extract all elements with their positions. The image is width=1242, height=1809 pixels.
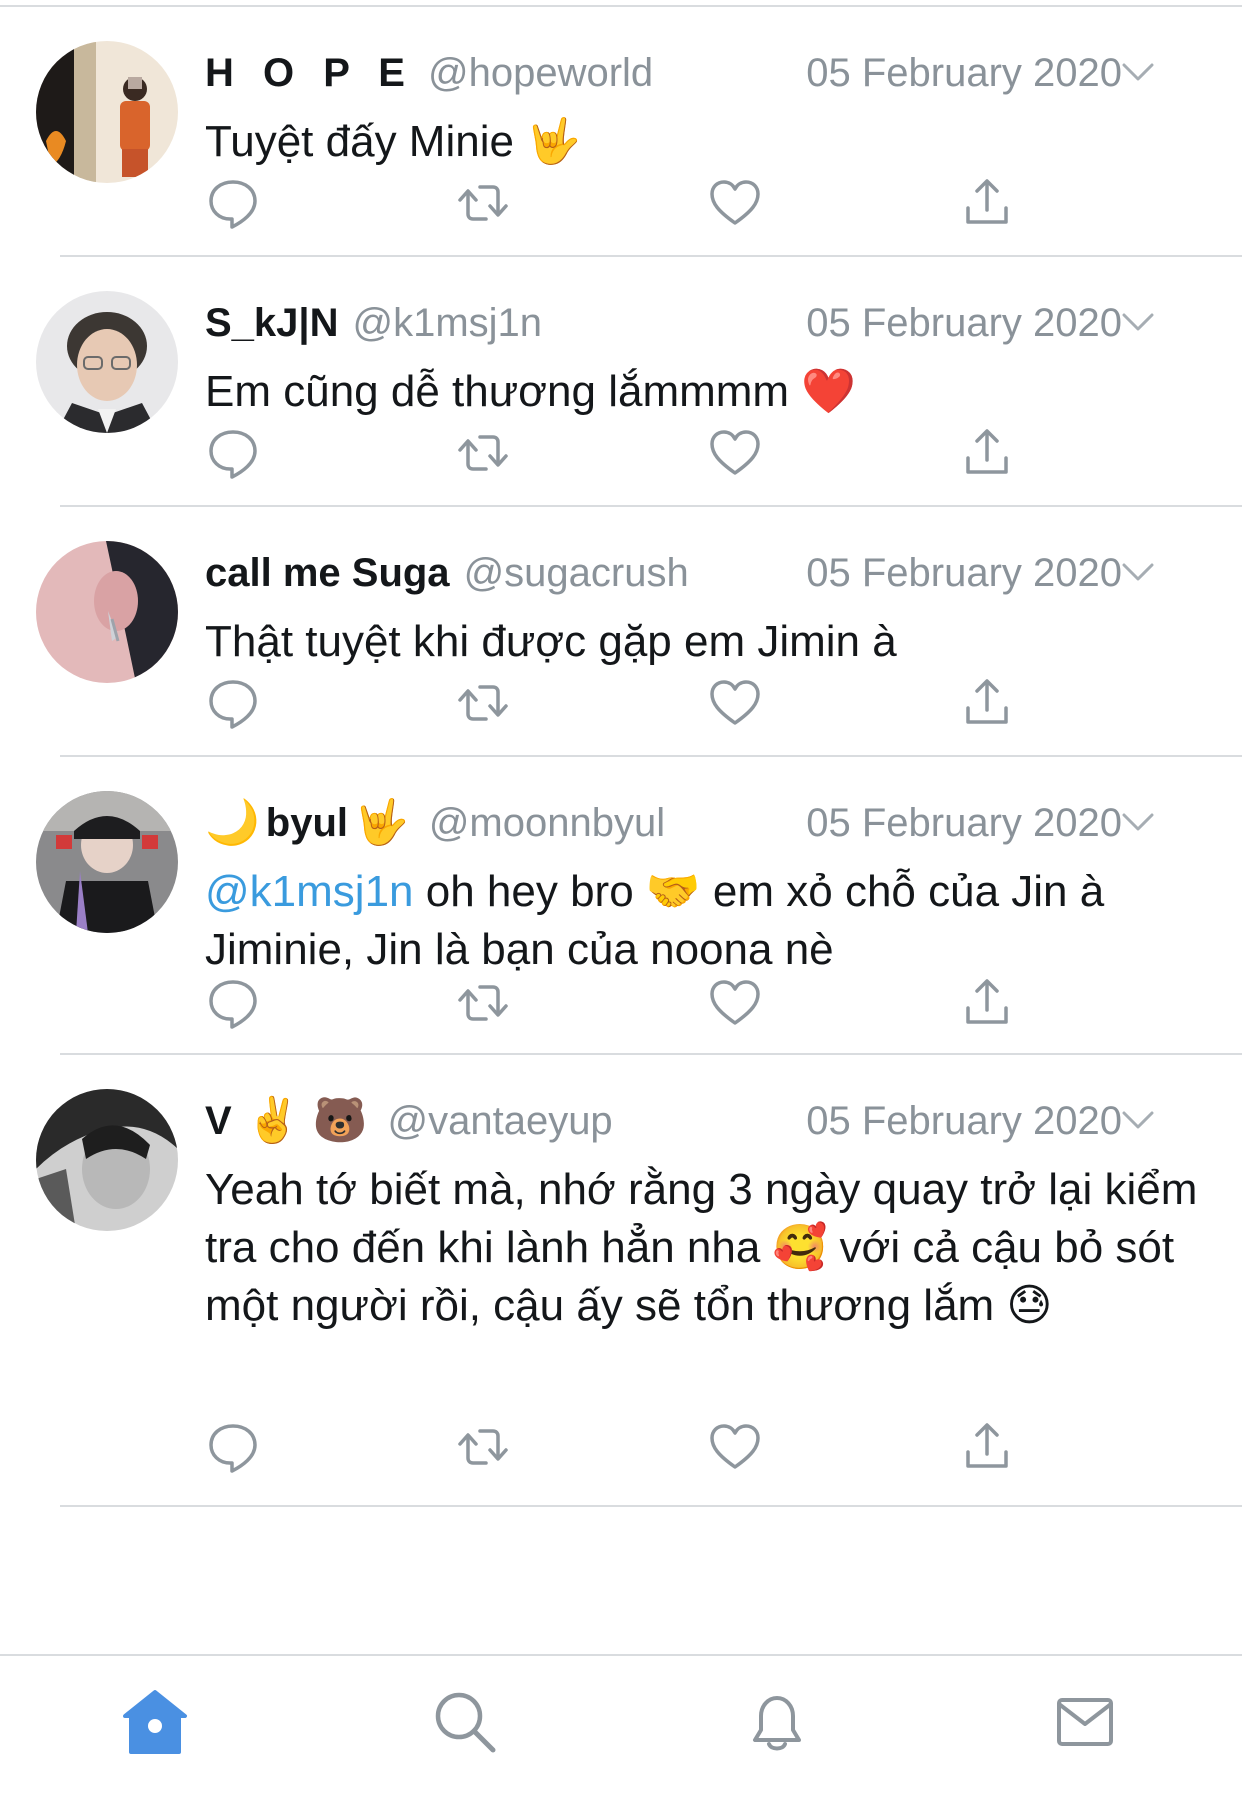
share-icon [966,979,1008,1024]
chevron-down-icon[interactable] [1120,307,1156,337]
tweet-date: 05 February 2020 [806,550,1122,595]
share-icon [966,1423,1008,1468]
handle[interactable]: @vantaeyup [387,1099,612,1144]
tweet[interactable]: call me Suga @sugacrush 05 February 2020… [36,507,1242,757]
reply-button[interactable] [203,423,263,483]
heart-icon [710,430,760,475]
avatar[interactable] [36,791,178,933]
retweet-icon [458,985,508,1021]
tweet-header: H O P E @hopeworld [205,45,653,101]
handle[interactable]: @sugacrush [464,551,689,596]
handle[interactable]: @k1msj1n [353,301,543,346]
avatar[interactable] [36,41,178,183]
mail-icon [1057,1698,1113,1746]
tweet-date: 05 February 2020 [806,1098,1122,1143]
heart-icon [710,1424,760,1469]
display-name[interactable]: H O P E [205,51,414,96]
like-button[interactable] [705,973,765,1033]
tweet-text: Yeah tớ biết mà, nhớ rằng 3 ngày quay tr… [205,1165,1198,1330]
tweet-actions [203,673,1008,733]
share-button[interactable] [957,673,1017,733]
bell-icon [753,1696,801,1751]
tweet[interactable]: 🌙 byul 🤟 @moonnbyul 05 February 2020 @k1… [36,757,1242,1055]
tweet-header: V ✌️ 🐻 @vantaeyup [205,1093,613,1149]
tweet-actions [203,423,1008,483]
display-name[interactable]: 🌙 byul 🤟 [205,801,415,846]
reply-button[interactable] [203,673,263,733]
tab-home[interactable] [115,1682,195,1762]
tweet-header: S_kJ|N @k1msj1n [205,295,542,351]
reply-button[interactable] [203,173,263,233]
timeline: H O P E @hopeworld 05 February 2020 Tuyệ… [0,7,1242,1507]
retweet-icon [458,1429,508,1465]
tweet-text: Thật tuyệt khi được gặp em Jimin à [205,617,897,666]
retweet-button[interactable] [453,1417,513,1477]
chevron-down-icon[interactable] [1120,557,1156,587]
retweet-button[interactable] [453,173,513,233]
avatar[interactable] [36,291,178,433]
home-icon [123,1690,187,1754]
tweet-text: @k1msj1n oh hey bro 🤝 em xỏ chỗ của Jin … [205,867,1105,974]
reply-button[interactable] [203,1417,263,1477]
avatar[interactable] [36,1089,178,1231]
heart-icon [710,180,760,225]
share-button[interactable] [957,1417,1017,1477]
retweet-button[interactable] [453,973,513,1033]
like-button[interactable] [705,173,765,233]
tweet-date: 05 February 2020 [806,300,1122,345]
chevron-down-icon[interactable] [1120,1105,1156,1135]
moon-emoji: 🌙 [205,798,260,847]
heart-icon [710,980,760,1025]
rock-hand-emoji: 🤟 [354,798,409,847]
tweet-actions [203,173,1008,233]
tweet-date: 05 February 2020 [806,800,1122,845]
tweet-date: 05 February 2020 [806,50,1122,95]
share-icon [966,679,1008,724]
reply-icon [209,430,257,479]
heart-icon [710,680,760,725]
retweet-button[interactable] [453,423,513,483]
display-name[interactable]: call me Suga [205,551,450,596]
reply-button[interactable] [203,973,263,1033]
share-button[interactable] [957,423,1017,483]
tweet-text: Em cũng dễ thương lắmmmm ❤️ [205,367,857,416]
tweet-header: 🌙 byul 🤟 @moonnbyul [205,795,665,851]
tab-search[interactable] [425,1682,505,1762]
share-icon [966,429,1008,474]
tweet[interactable]: V ✌️ 🐻 @vantaeyup 05 February 2020 Yeah … [36,1055,1242,1507]
tweet-actions [203,1417,1008,1477]
chevron-down-icon[interactable] [1120,57,1156,87]
display-name[interactable]: V ✌️ 🐻 [205,1099,373,1144]
mention-link[interactable]: @k1msj1n [205,867,414,916]
reply-icon [209,1424,257,1473]
retweet-button[interactable] [453,673,513,733]
tweet-actions [203,973,1008,1033]
reply-icon [209,680,257,729]
tweet-text: Tuyệt đấy Minie 🤟 [205,117,581,166]
like-button[interactable] [705,1417,765,1477]
tweet[interactable]: S_kJ|N @k1msj1n 05 February 2020 Em cũng… [36,257,1242,507]
like-button[interactable] [705,423,765,483]
reply-icon [209,980,257,1029]
share-button[interactable] [957,173,1017,233]
handle[interactable]: @moonnbyul [429,801,665,846]
tab-notifications[interactable] [737,1682,817,1762]
tweet-header: call me Suga @sugacrush [205,545,689,601]
display-name[interactable]: S_kJ|N [205,301,339,346]
bottom-tab-bar [0,1654,1242,1809]
avatar[interactable] [36,541,178,683]
peace-bear-emoji: ✌️ 🐻 [245,1096,368,1145]
chevron-down-icon[interactable] [1120,807,1156,837]
reply-icon [209,180,257,229]
share-icon [966,179,1008,224]
share-button[interactable] [957,973,1017,1033]
retweet-icon [458,435,508,471]
retweet-icon [458,685,508,721]
like-button[interactable] [705,673,765,733]
search-icon [435,1692,496,1753]
tab-messages[interactable] [1045,1682,1125,1762]
tweet[interactable]: H O P E @hopeworld 05 February 2020 Tuyệ… [36,7,1242,257]
retweet-icon [458,185,508,221]
handle[interactable]: @hopeworld [428,51,653,96]
